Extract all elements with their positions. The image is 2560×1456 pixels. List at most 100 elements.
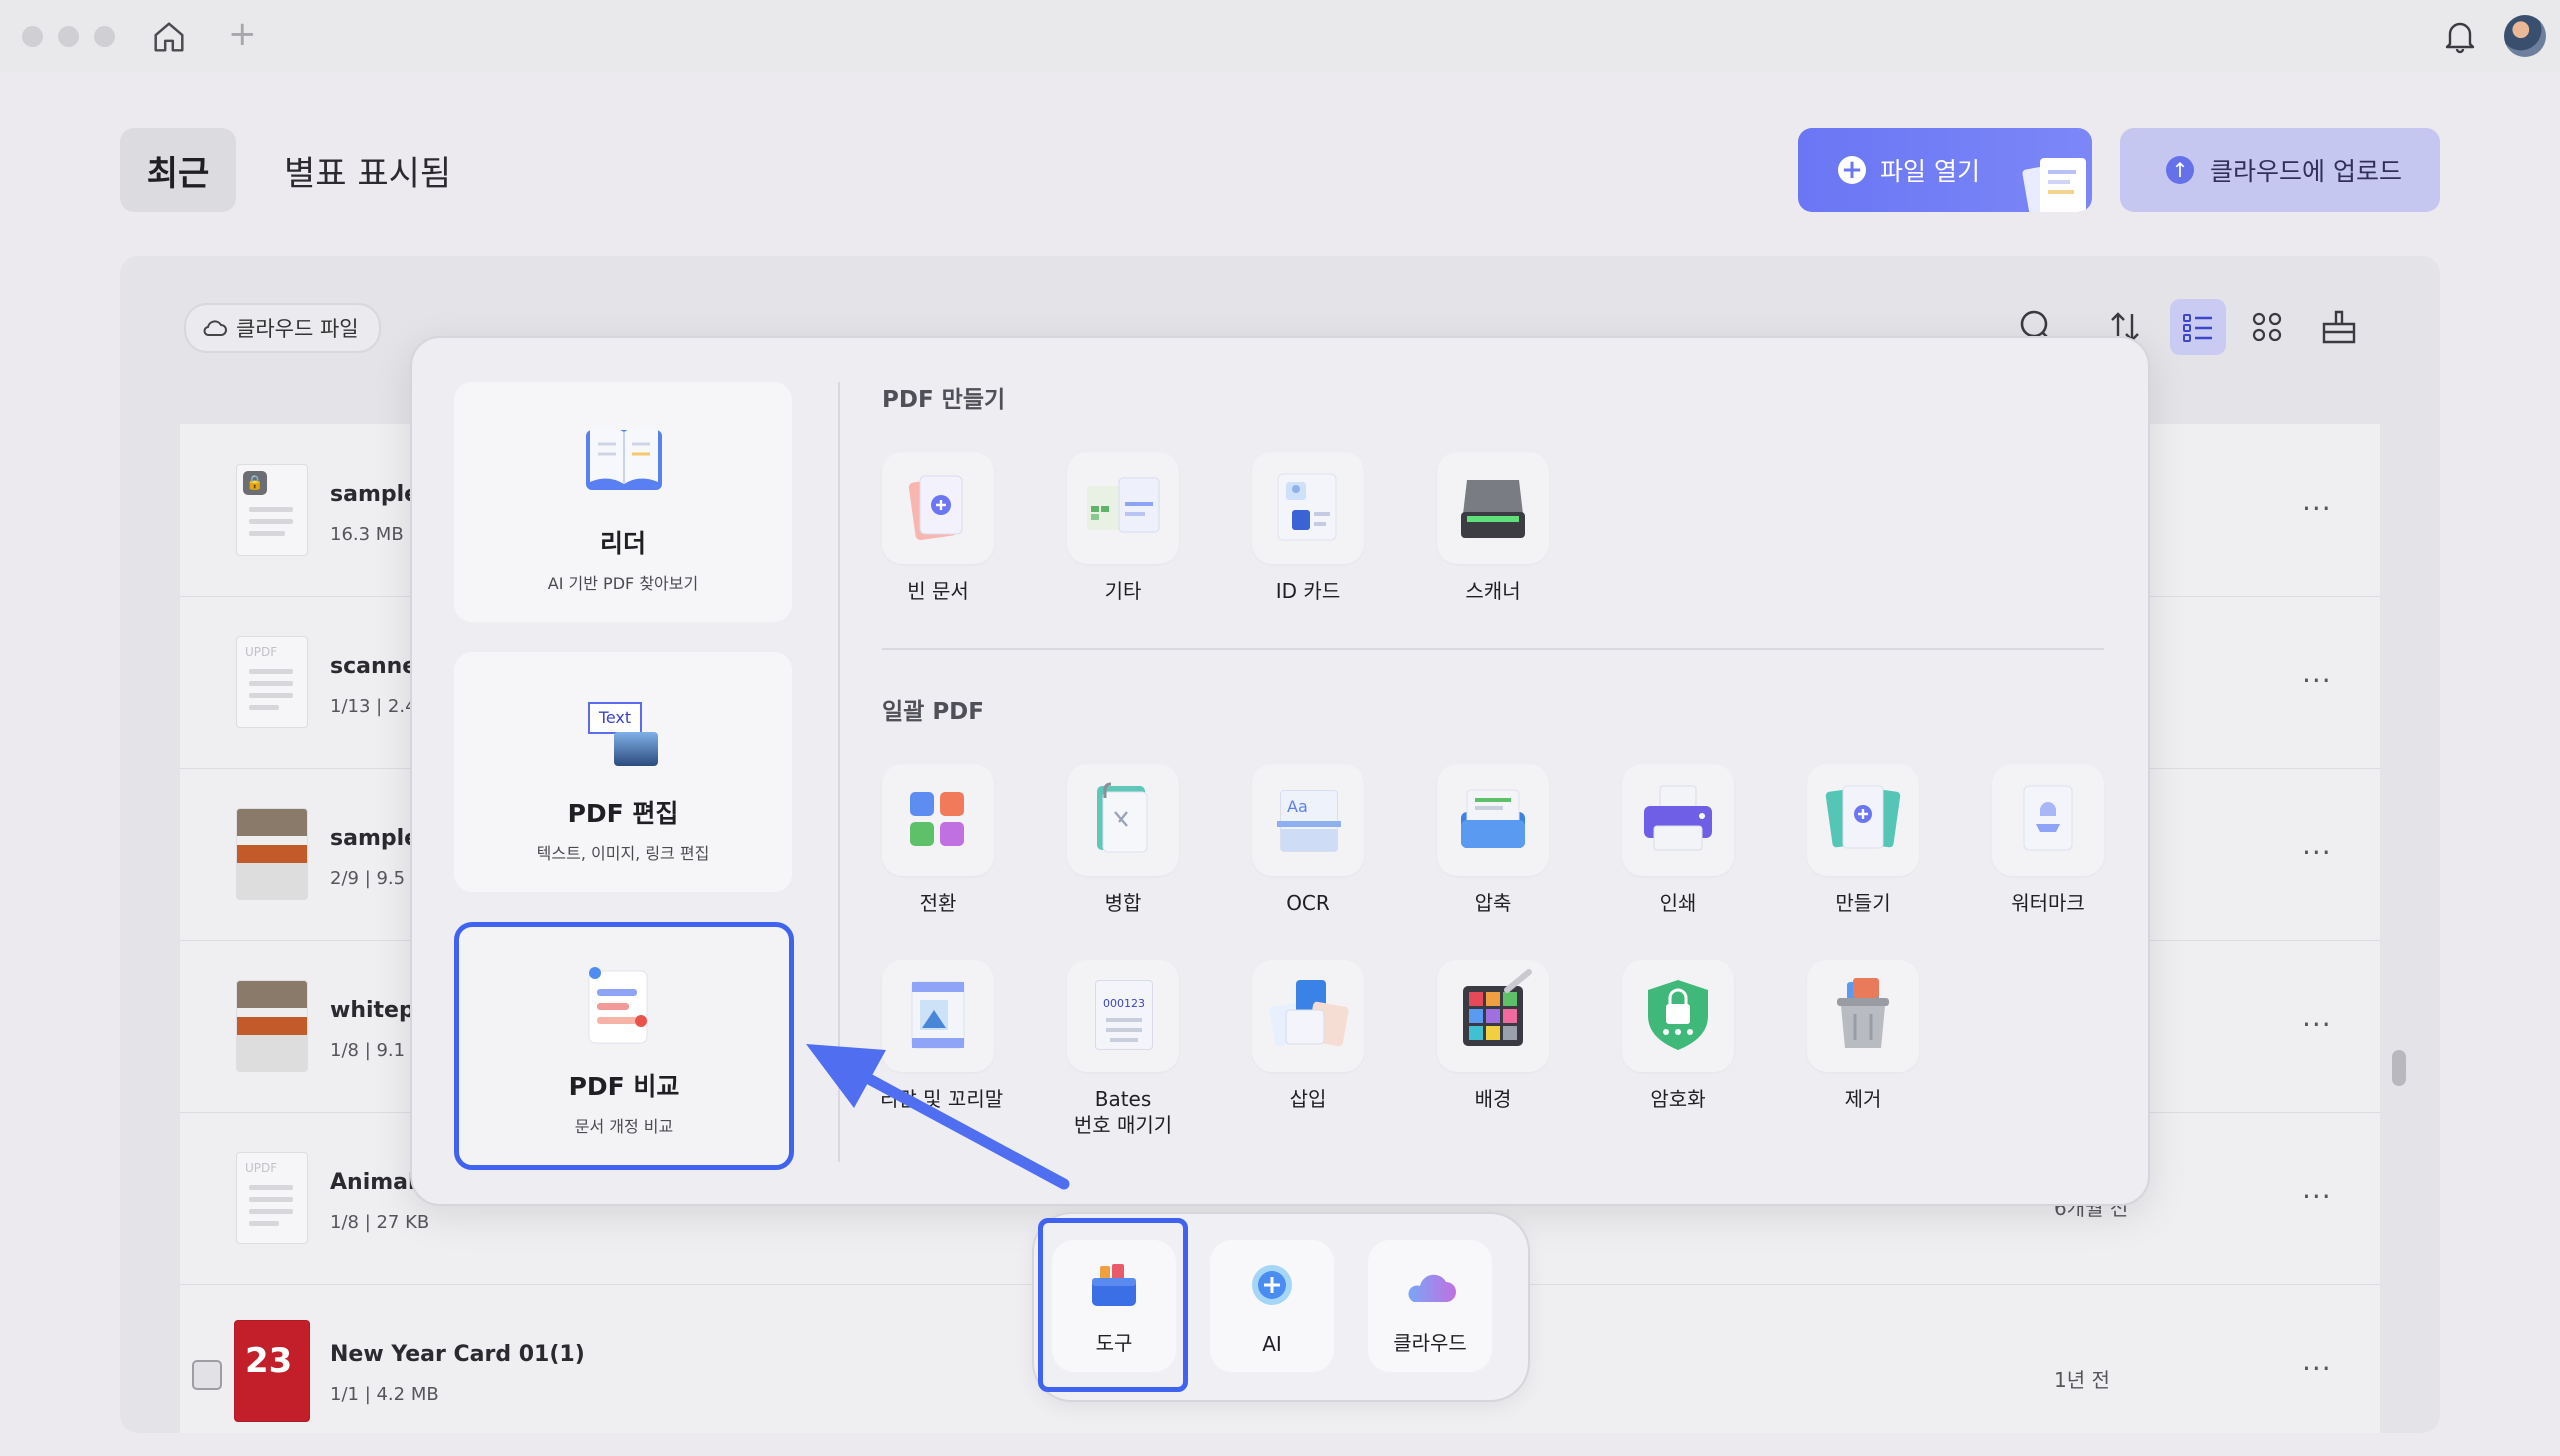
create-tool[interactable]: 만들기 xyxy=(1805,764,1921,916)
scrollbar-thumb[interactable] xyxy=(2392,1050,2406,1086)
compress-tool[interactable]: 압축 xyxy=(1435,764,1551,916)
card-number-text: 23 xyxy=(245,1341,293,1381)
new-tab-icon[interactable]: + xyxy=(228,14,257,54)
cloud-files-label: 클라우드 파일 xyxy=(236,317,359,341)
file-thumbnail: 🔒 xyxy=(236,464,308,556)
bates-label: Bates 번호 매기기 xyxy=(1073,1087,1173,1137)
blank-doc-icon xyxy=(908,475,963,540)
bates-icon: 000123 xyxy=(1095,980,1153,1050)
scanner-icon xyxy=(1461,480,1525,538)
reader-subtitle: AI 기반 PDF 찾아보기 xyxy=(547,574,699,593)
close-window-button[interactable] xyxy=(22,26,43,47)
cloud-icon xyxy=(203,320,227,336)
merge-icon xyxy=(1097,782,1148,853)
batch-section-title: 일괄 PDF xyxy=(882,699,984,725)
file-meta: 1/8 | 27 KB xyxy=(330,1212,430,1233)
tools-popup: 리더 AI 기반 PDF 찾아보기 Text PDF 편집 텍스트, 이미지, … xyxy=(410,336,2150,1206)
upload-cloud-button[interactable]: ↑ 클라우드에 업로드 xyxy=(2120,128,2440,212)
background-tool[interactable]: 배경 xyxy=(1435,960,1551,1112)
insert-label: 삽입 xyxy=(1289,1087,1327,1111)
file-meta: 16.3 MB xyxy=(330,524,404,545)
blank-doc-label: 빈 문서 xyxy=(907,579,969,603)
remove-label: 제거 xyxy=(1844,1087,1882,1111)
dock-ai[interactable]: AI xyxy=(1210,1240,1334,1372)
pdf-compare-title: PDF 비교 xyxy=(568,1072,680,1101)
more-options-button[interactable]: ··· xyxy=(2302,836,2332,869)
pdf-compare-card[interactable]: PDF 비교 문서 개정 비교 xyxy=(454,922,794,1170)
id-card-icon xyxy=(1277,473,1337,541)
insert-icon xyxy=(1269,980,1349,1047)
id-card-tool[interactable]: ID 카드 xyxy=(1250,452,1366,604)
ocr-label: OCR xyxy=(1286,891,1330,915)
pdf-edit-card[interactable]: Text PDF 편집 텍스트, 이미지, 링크 편집 xyxy=(454,652,792,892)
ocr-tool[interactable]: Aa OCR xyxy=(1250,764,1366,916)
convert-tool[interactable]: 전환 xyxy=(880,764,996,916)
pdf-compare-subtitle: 문서 개정 비교 xyxy=(574,1117,674,1136)
upload-arrow-icon: ↑ xyxy=(2166,156,2194,184)
cloud-files-filter[interactable]: 클라우드 파일 xyxy=(184,303,381,353)
watermark-label: 워터마크 xyxy=(2011,891,2085,915)
bottom-dock: 도구 AI 클라우드 xyxy=(1032,1212,1530,1402)
other-label: 기타 xyxy=(1104,579,1142,603)
file-meta: 1/8 | 9.1 xyxy=(330,1040,406,1061)
bates-tool[interactable]: 000123 Bates 번호 매기기 xyxy=(1065,960,1181,1138)
scanner-label: 스캐너 xyxy=(1465,579,1521,603)
avatar[interactable] xyxy=(2504,15,2546,57)
plus-icon: + xyxy=(1838,156,1866,184)
bell-icon[interactable] xyxy=(2440,16,2480,56)
tab-recent[interactable]: 최근 xyxy=(120,128,236,212)
open-file-label: 파일 열기 xyxy=(1880,157,1980,186)
encrypt-tool[interactable]: 암호화 xyxy=(1620,960,1736,1112)
edit-text-icon: Text xyxy=(588,702,662,770)
blank-doc-tool[interactable]: 빈 문서 xyxy=(880,452,996,604)
upload-cloud-label: 클라우드에 업로드 xyxy=(2210,157,2402,186)
grid-view-icon[interactable] xyxy=(2244,304,2290,350)
lock-icon: 🔒 xyxy=(243,471,267,495)
other-tool[interactable]: 기타 xyxy=(1065,452,1181,604)
reader-card[interactable]: 리더 AI 기반 PDF 찾아보기 xyxy=(454,382,792,622)
merge-label: 병합 xyxy=(1104,891,1142,915)
ocr-icon: Aa xyxy=(1277,790,1341,852)
remove-tool[interactable]: 제거 xyxy=(1805,960,1921,1112)
file-thumbnail: 23 xyxy=(234,1320,310,1422)
encrypt-icon xyxy=(1648,980,1708,1050)
print-icon xyxy=(1644,785,1712,851)
compress-label: 압축 xyxy=(1474,891,1512,915)
dock-cloud-label: 클라우드 xyxy=(1393,1331,1467,1355)
more-options-button[interactable]: ··· xyxy=(2302,1008,2332,1041)
clean-broom-icon[interactable] xyxy=(2316,304,2362,350)
cloud-icon xyxy=(1408,1274,1456,1302)
ai-icon xyxy=(1252,1265,1292,1305)
merge-tool[interactable]: 병합 xyxy=(1065,764,1181,916)
list-view-button[interactable] xyxy=(2170,299,2226,355)
background-icon xyxy=(1463,969,1532,1046)
file-meta: 2/9 | 9.5 xyxy=(330,868,406,889)
minimize-window-button[interactable] xyxy=(58,26,79,47)
section-divider xyxy=(882,648,2104,650)
home-icon[interactable] xyxy=(150,18,188,56)
more-options-button[interactable]: ··· xyxy=(2302,1352,2332,1385)
compare-document-icon xyxy=(588,967,648,1044)
file-thumbnail: UPDF xyxy=(236,636,308,728)
more-options-button[interactable]: ··· xyxy=(2302,1180,2332,1213)
zoom-window-button[interactable] xyxy=(94,26,115,47)
open-file-button[interactable]: + 파일 열기 xyxy=(1798,128,2092,212)
print-tool[interactable]: 인쇄 xyxy=(1620,764,1736,916)
document-stack-icon xyxy=(2022,158,2086,212)
more-options-button[interactable]: ··· xyxy=(2302,492,2332,525)
more-options-button[interactable]: ··· xyxy=(2302,664,2332,697)
dock-cloud[interactable]: 클라우드 xyxy=(1368,1240,1492,1372)
title-bar xyxy=(0,0,2560,72)
insert-tool[interactable]: 삽입 xyxy=(1250,960,1366,1112)
create-label: 만들기 xyxy=(1835,891,1891,915)
file-meta: 1/1 | 4.2 MB xyxy=(330,1384,439,1405)
create-icon xyxy=(1825,785,1901,849)
create-section-title: PDF 만들기 xyxy=(882,387,1006,413)
file-thumbnail: UPDF xyxy=(236,1152,308,1244)
scanner-tool[interactable]: 스캐너 xyxy=(1435,452,1551,604)
other-icon xyxy=(1087,477,1160,533)
watermark-tool[interactable]: 워터마크 xyxy=(1990,764,2106,916)
tab-starred[interactable]: 별표 표시됨 xyxy=(284,128,451,212)
file-date: 1년 전 xyxy=(2054,1368,2110,1392)
row-checkbox[interactable] xyxy=(192,1360,222,1390)
